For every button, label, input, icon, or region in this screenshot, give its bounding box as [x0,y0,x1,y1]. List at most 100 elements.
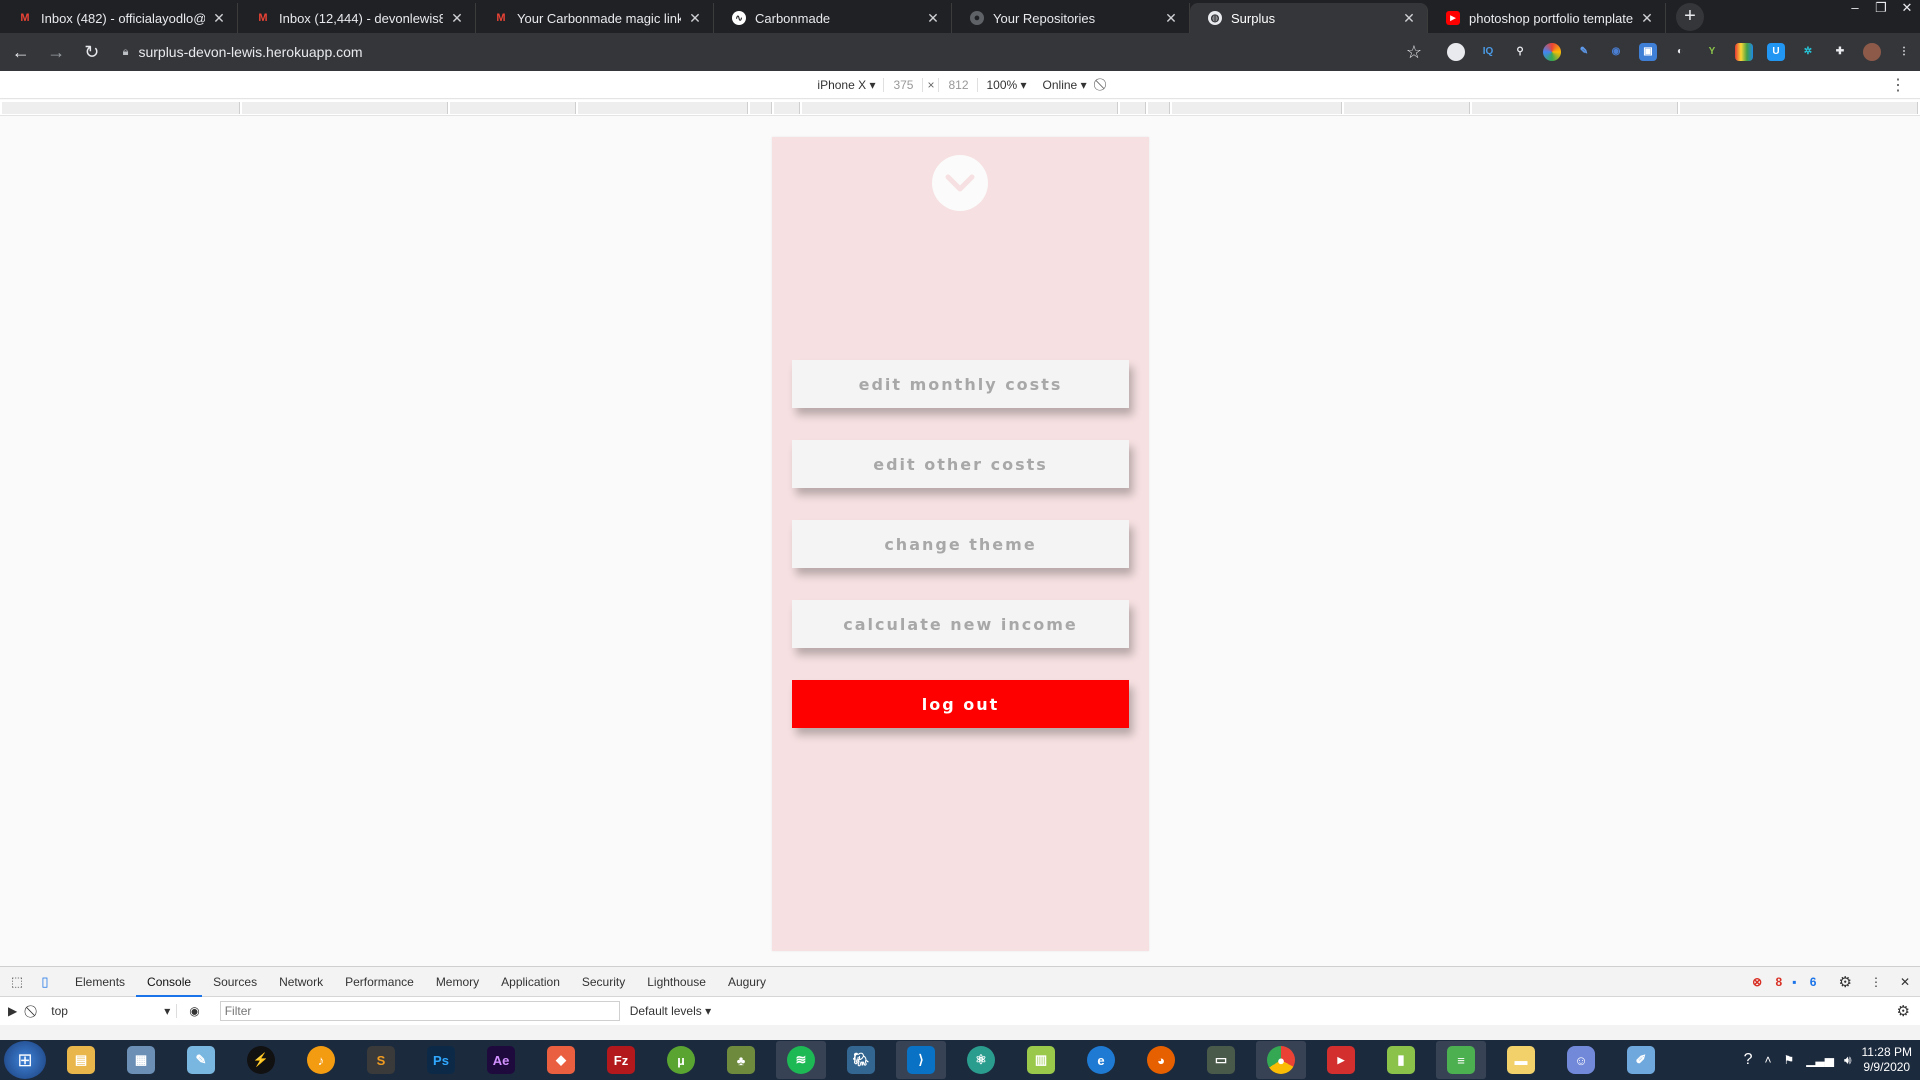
close-window-icon[interactable]: ✕ [1894,0,1920,20]
app-icon[interactable]: ▥ [1016,1041,1066,1079]
close-icon[interactable]: ✕ [925,10,941,27]
ruler-segment[interactable] [1120,102,1146,114]
extension-icon[interactable]: U [1767,43,1785,61]
browser-tab[interactable]: ● Your Repositories ✕ [952,3,1190,33]
device-toggle-icon[interactable]: ▯ [34,974,56,990]
after-effects-icon[interactable]: Ae [476,1041,526,1079]
mp3-app-icon[interactable]: ▶ [1316,1041,1366,1079]
calculator-icon[interactable]: ▦ [116,1041,166,1079]
extension-icon[interactable] [1543,43,1561,61]
clock[interactable]: 11:28 PM 9/9/2020 [1862,1045,1912,1075]
change-theme-button[interactable]: change theme [792,520,1129,568]
internet-explorer-icon[interactable]: e [1076,1041,1126,1079]
close-icon[interactable]: ✕ [211,10,227,27]
ruler-segment[interactable] [1680,102,1918,114]
calculate-new-income-button[interactable]: calculate new income [792,600,1129,648]
more-options-icon[interactable]: ⋮ [1890,75,1906,95]
tab-lighthouse[interactable]: Lighthouse [636,967,717,997]
close-icon[interactable]: ✕ [1401,10,1417,27]
ruler-segment[interactable] [450,102,576,114]
start-button[interactable]: ⊞ [4,1041,46,1079]
viewport-width-input[interactable]: 375 [883,77,924,92]
tab-memory[interactable]: Memory [425,967,490,997]
extension-icon[interactable]: ▣ [1639,43,1657,61]
tray-expand-icon[interactable]: ˄ [1764,1053,1771,1067]
network-icon[interactable]: ▁▃▅ [1806,1053,1834,1067]
sidebar-toggle-icon[interactable]: ▶ [8,1004,17,1018]
chevron-down-logo-icon[interactable] [932,155,988,211]
browser-tab-active[interactable]: ◍ Surplus ✕ [1190,3,1428,33]
ruler-segment[interactable] [2,102,240,114]
ruler-segment[interactable] [774,102,800,114]
postgres-icon[interactable]: 🐘︎ [836,1041,886,1079]
ruler-segment[interactable] [1472,102,1678,114]
bookmark-star-icon[interactable]: ☆ [1406,42,1422,63]
message-count-badge[interactable]: ▪ 6 [1792,975,1816,989]
network-throttle-select[interactable]: Online ▾ [1043,78,1087,92]
folder-icon[interactable]: ▬ [1496,1041,1546,1079]
chrome-icon[interactable]: ● [1256,1041,1306,1079]
puzzle-icon[interactable]: ✚ [1831,43,1849,61]
app-icon[interactable]: ♣ [716,1041,766,1079]
extension-icon[interactable] [1447,43,1465,61]
sublime-text-icon[interactable]: S [356,1041,406,1079]
bluestacks-icon[interactable]: ≡ [1436,1041,1486,1079]
firefox-icon[interactable]: ◕ [1136,1041,1186,1079]
notepad-icon[interactable]: ✎ [176,1041,226,1079]
extension-icon[interactable]: IQ [1479,43,1497,61]
log-out-button[interactable]: log out [792,680,1129,728]
browser-tab[interactable]: ▶ photoshop portfolio template we ✕ [1428,3,1666,33]
ruler-segment[interactable] [802,102,1118,114]
help-icon[interactable]: ? [1744,1051,1753,1069]
extension-icon[interactable]: ◉ [1607,43,1625,61]
tab-performance[interactable]: Performance [334,967,425,997]
atom-icon[interactable]: ⚛ [956,1041,1006,1079]
extension-icon[interactable]: ✎ [1575,43,1593,61]
close-icon[interactable]: ✕ [449,10,465,27]
extension-icon[interactable]: Y [1703,43,1721,61]
app-icon[interactable]: ▮ [1376,1041,1426,1079]
eye-icon[interactable]: ◉ [189,1004,199,1018]
close-icon[interactable]: ✕ [1639,10,1655,27]
app-icon[interactable]: ⚡ [236,1041,286,1079]
address-bar[interactable]: 🔒︎ surplus-devon-lewis.herokuapp.com ☆ [123,38,1422,66]
extension-icon[interactable]: ✲ [1799,43,1817,61]
browser-tab[interactable]: M Your Carbonmade magic link - S ✕ [476,3,714,33]
more-menu-icon[interactable]: ⋮ [1895,43,1913,61]
volume-icon[interactable]: 🔊︎ [1844,1053,1852,1068]
flag-icon[interactable]: ⚑ [1784,1053,1795,1067]
ruler-segment[interactable] [578,102,748,114]
back-arrow-icon[interactable]: ← [6,37,36,67]
device-select[interactable]: iPhone X ▾ [817,78,875,92]
paint-icon[interactable]: ✐ [1616,1041,1666,1079]
ruler-segment[interactable] [1172,102,1342,114]
console-settings-icon[interactable]: ⚙ [1897,1002,1910,1020]
zoom-select[interactable]: 100% ▾ [986,78,1026,92]
restore-icon[interactable]: ❐ [1868,0,1894,20]
more-menu-icon[interactable]: ⋮ [1870,975,1882,989]
tab-elements[interactable]: Elements [64,967,136,997]
tab-sources[interactable]: Sources [202,967,268,997]
ruler-segment[interactable] [750,102,772,114]
tab-network[interactable]: Network [268,967,334,997]
ruler-segment[interactable] [1344,102,1470,114]
reload-icon[interactable]: ↻ [77,37,107,67]
ruler-segment[interactable] [1148,102,1170,114]
viewport-height-input[interactable]: 812 [938,77,979,92]
new-tab-button[interactable]: + [1676,3,1704,31]
context-select[interactable]: top ▾ [45,1004,178,1018]
close-icon[interactable]: ✕ [687,10,703,27]
minimize-icon[interactable]: – [1842,0,1868,20]
terminal-icon[interactable]: ▭ [1196,1041,1246,1079]
extension-icon[interactable] [1735,43,1753,61]
ruler-segment[interactable] [242,102,448,114]
utorrent-icon[interactable]: µ [656,1041,706,1079]
edit-monthly-costs-button[interactable]: edit monthly costs [792,360,1129,408]
avatar[interactable] [1863,43,1881,61]
browser-tab[interactable]: M Inbox (12,444) - devonlewis808@ ✕ [238,3,476,33]
close-devtools-icon[interactable]: ✕ [1900,975,1910,989]
edit-other-costs-button[interactable]: edit other costs [792,440,1129,488]
extension-icon[interactable]: ◐ [1671,43,1689,61]
tab-application[interactable]: Application [490,967,571,997]
tab-security[interactable]: Security [571,967,636,997]
